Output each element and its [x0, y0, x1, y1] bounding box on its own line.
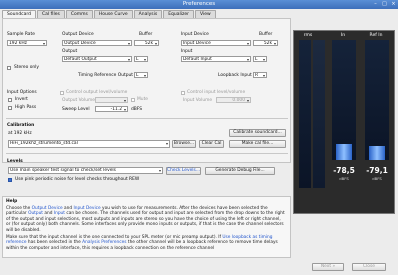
divider — [6, 118, 288, 119]
timing-reference-label: Timing Reference Output — [78, 73, 133, 78]
browse-button[interactable]: Browse... — [172, 140, 196, 148]
sample-rate-label: Sample Rate — [7, 32, 35, 37]
invert-label: Invert — [15, 97, 28, 102]
timing-reference-select[interactable]: L — [134, 72, 148, 78]
control-output-checkbox[interactable] — [60, 91, 64, 95]
close-icon[interactable]: × — [390, 1, 397, 7]
sweep-level-unit: dBFS — [131, 107, 143, 112]
check-levels-button[interactable]: Check Levels... — [166, 167, 201, 175]
sweep-level-input[interactable]: -11.2 — [95, 106, 128, 112]
in-level-unit: dBFS — [339, 176, 349, 181]
invert-checkbox[interactable] — [8, 98, 12, 102]
rms-meter-scale — [299, 40, 311, 188]
help-text: Choose the Output Device and Input Devic… — [6, 206, 286, 251]
control-output-label: Control output level/volume — [66, 90, 128, 95]
mute-checkbox[interactable] — [131, 98, 135, 102]
input-volume-field[interactable]: 0.000 — [216, 97, 251, 103]
input-buffer-select[interactable]: 52k — [253, 40, 278, 46]
input-volume-label: Input Volume — [183, 98, 213, 103]
peak-meter-scale — [313, 40, 325, 188]
pink-noise-checkbox[interactable] — [8, 178, 12, 182]
input-channel-select[interactable]: L — [253, 56, 267, 62]
help-title: Help — [6, 199, 18, 204]
levels-title: Levels — [7, 159, 23, 164]
output-buffer-select[interactable]: 52k — [134, 40, 159, 46]
output-volume-label: Output Volume — [62, 98, 95, 103]
calibration-rate: at 192 kHz — [8, 131, 32, 136]
in-meter-fill — [336, 144, 352, 160]
calibration-title: Calibration — [7, 123, 35, 128]
ref-in-meter-bar — [365, 40, 389, 160]
output-volume-field[interactable] — [95, 97, 128, 103]
output-buffer-label: Buffer — [139, 32, 153, 37]
input-buffer-label: Buffer — [259, 32, 273, 37]
loopback-input-label: Loopback Input — [218, 73, 252, 78]
minimize-icon[interactable]: – — [372, 1, 379, 7]
window-titlebar: Preferences — [0, 0, 398, 9]
stereo-only-label: Stereo only — [14, 65, 39, 70]
high-pass-checkbox[interactable] — [8, 106, 12, 110]
input-device-label: Input Device — [181, 32, 209, 37]
sweep-level-label: Sweep Level — [62, 107, 90, 112]
output-device-select[interactable]: Output Device — [62, 40, 132, 46]
close-button[interactable]: Close — [352, 263, 386, 271]
help-paragraph: Make sure that the input channel is the … — [6, 235, 278, 251]
loopback-input-select[interactable]: R — [253, 72, 267, 78]
ref-level-readout: -79,1 — [366, 166, 388, 175]
levels-signal-select[interactable]: Use main speaker test signal to check/se… — [8, 167, 163, 174]
cal-file-field[interactable]: HiFi_192khz_strumento_std.cal — [8, 140, 170, 148]
generate-debug-file-button[interactable]: Generate Debug File... — [205, 167, 275, 175]
window-title: Preferences — [182, 1, 216, 7]
stereo-only-checkbox[interactable] — [7, 66, 11, 70]
input-device-select[interactable]: Input Device — [181, 40, 251, 46]
output-device-label: Output Device — [62, 32, 94, 37]
output-channel-select[interactable]: L — [134, 56, 148, 62]
maximize-icon[interactable]: □ — [381, 1, 388, 7]
clear-cal-button[interactable]: Clear Cal — [199, 140, 224, 148]
calibrate-soundcard-button[interactable]: Calibrate soundcard... — [229, 129, 286, 137]
divider — [6, 153, 288, 154]
ref-in-meter-title: Ref In — [369, 33, 383, 38]
pink-noise-label: Use pink periodic noise for level checks… — [15, 177, 140, 182]
input-label: Input — [181, 49, 193, 54]
control-input-checkbox[interactable] — [181, 91, 185, 95]
help-paragraph: Choose the Output Device and Input Devic… — [6, 206, 285, 233]
high-pass-label: High Pass — [15, 105, 37, 110]
sample-rate-select[interactable]: 192 kHz — [7, 40, 47, 46]
make-cal-file-button[interactable]: Make cal file... — [229, 140, 286, 148]
output-select[interactable]: Default Output — [62, 56, 132, 62]
ref-level-unit: dBFS — [372, 176, 382, 181]
in-meter-bar — [332, 40, 356, 160]
next-button[interactable]: Next » — [312, 263, 344, 271]
rms-meter-title: rms — [303, 33, 313, 38]
in-level-readout: -78,5 — [333, 166, 355, 175]
in-meter-title: In — [340, 33, 346, 38]
mute-label: Mute — [137, 97, 148, 102]
control-input-label: Control input level/volume — [187, 90, 246, 95]
ref-in-meter-fill — [369, 145, 385, 160]
output-label: Output — [62, 49, 78, 54]
input-options-label: Input Options — [7, 90, 37, 95]
input-select[interactable]: Default Input — [181, 56, 251, 62]
